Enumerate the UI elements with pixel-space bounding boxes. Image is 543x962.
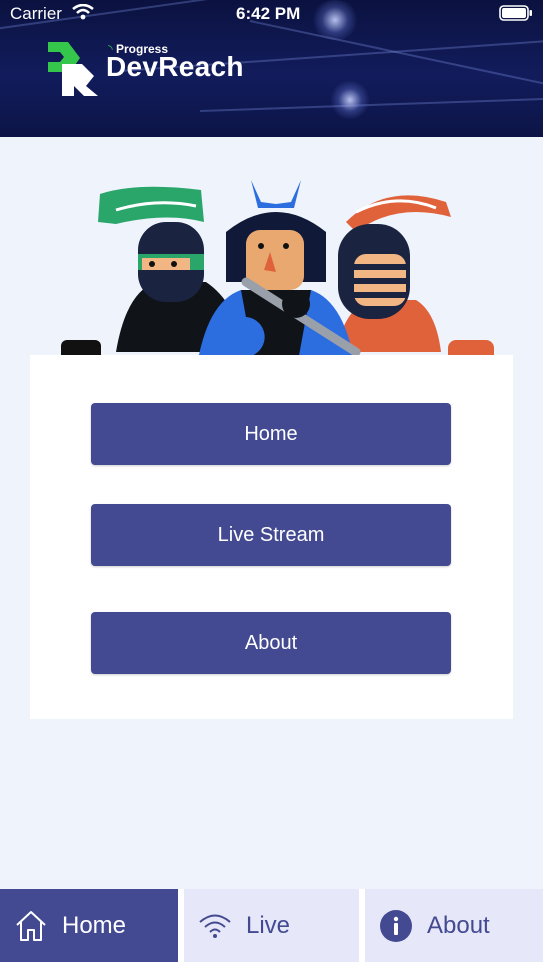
tab-bar: Home Live About — [0, 889, 543, 962]
ninja-samurai-illustration — [61, 180, 494, 372]
wifi-icon — [198, 912, 232, 940]
carrier-label: Carrier — [10, 4, 62, 23]
status-time: 6:42 PM — [236, 4, 301, 23]
info-icon — [379, 909, 413, 943]
stage-light — [330, 80, 370, 120]
tab-home-label: Home — [62, 911, 127, 939]
tab-home[interactable]: Home — [0, 889, 178, 962]
tab-about[interactable]: About — [365, 889, 543, 962]
devreach-logo-icon — [48, 42, 98, 96]
about-button[interactable]: About — [91, 612, 451, 674]
app-header: Carrier 6:42 PM ◝ Progress DevReach — [0, 0, 543, 137]
battery-icon — [499, 5, 533, 26]
brand-title: DevReach — [106, 51, 244, 82]
tab-about-label: About — [427, 911, 490, 939]
menu-card: Home Live Stream About — [30, 355, 513, 719]
tab-live[interactable]: Live — [184, 889, 359, 962]
wifi-signal-icon — [72, 3, 94, 25]
home-button[interactable]: Home — [91, 403, 451, 465]
header-beam — [249, 20, 543, 137]
status-bar: Carrier 6:42 PM — [0, 0, 543, 28]
devreach-logo: ◝ Progress DevReach — [46, 40, 244, 101]
tab-live-label: Live — [246, 911, 291, 939]
header-beam — [199, 89, 543, 112]
home-icon — [14, 909, 48, 943]
live-stream-button[interactable]: Live Stream — [91, 504, 451, 566]
